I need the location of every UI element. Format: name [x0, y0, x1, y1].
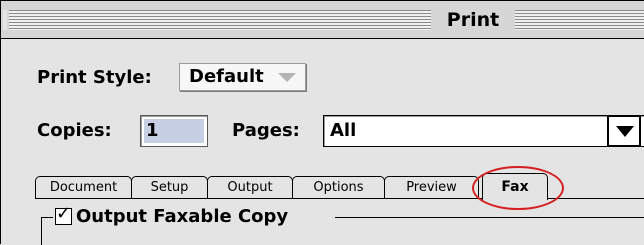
- tab-preview[interactable]: Preview: [384, 176, 479, 198]
- tab-fax[interactable]: Fax: [482, 173, 548, 200]
- copies-input[interactable]: 1: [140, 115, 208, 147]
- print-style-value: Default: [189, 66, 264, 87]
- tab-document[interactable]: Document: [35, 176, 132, 198]
- output-faxable-checkbox[interactable]: ✓: [55, 203, 72, 225]
- title-bar-stripes: [9, 10, 644, 30]
- tab-setup[interactable]: Setup: [131, 176, 208, 198]
- popup-arrow-icon: [278, 73, 296, 82]
- group-box-border-right: [335, 217, 644, 218]
- tab-strip-baseline: [35, 198, 644, 199]
- checkmark-icon: ✓: [56, 203, 72, 224]
- close-box[interactable]: [3, 10, 7, 30]
- group-box-border: [41, 217, 53, 218]
- chevron-down-icon: [616, 126, 634, 137]
- print-style-label: Print Style:: [37, 67, 152, 88]
- tab-output[interactable]: Output: [207, 176, 293, 198]
- print-style-popup[interactable]: Default: [179, 63, 306, 91]
- pages-label: Pages:: [232, 120, 300, 141]
- pages-dropdown-button[interactable]: [607, 115, 641, 147]
- print-dialog: Print Print Style: Default Copies: 1 Pag…: [0, 0, 644, 245]
- output-faxable-label[interactable]: Output Faxable Copy: [76, 206, 288, 228]
- pages-input[interactable]: All: [323, 115, 644, 147]
- copies-label: Copies:: [37, 120, 112, 141]
- title-bar[interactable]: Print: [1, 1, 644, 39]
- copies-value: 1: [144, 119, 204, 143]
- pages-value: All: [330, 120, 357, 141]
- tab-options[interactable]: Options: [292, 176, 385, 198]
- window-title: Print: [431, 7, 515, 33]
- group-box-border-left: [41, 217, 42, 245]
